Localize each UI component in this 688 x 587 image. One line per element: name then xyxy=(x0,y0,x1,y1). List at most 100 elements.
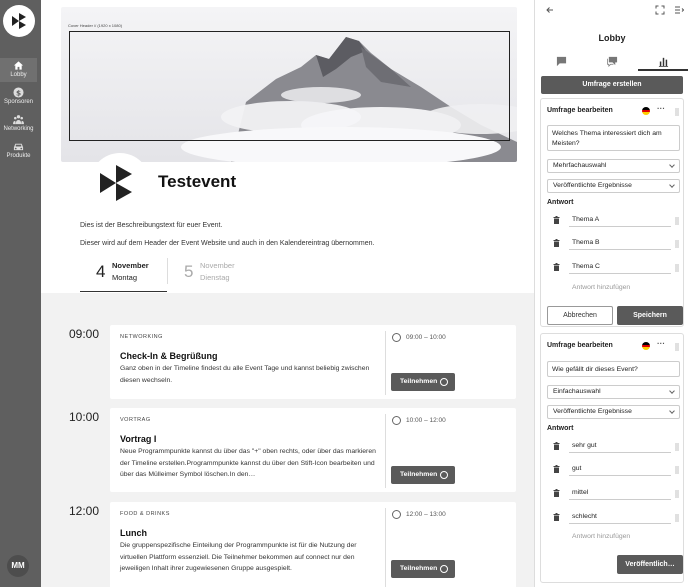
session-time: 12:00 xyxy=(69,504,100,518)
lobby-side-panel: Lobby Umfrage erstellen Umfrage bearbeit… xyxy=(534,0,688,587)
day-month: November xyxy=(112,261,149,270)
event-logo-mark-icon xyxy=(100,165,132,201)
day-weekday: Dienstag xyxy=(200,273,230,282)
poll-type-select[interactable]: Mehrfachauswahl xyxy=(547,159,680,173)
nav-item-sponsoren[interactable]: $ Sponsoren xyxy=(0,85,37,109)
trash-icon[interactable] xyxy=(553,263,560,271)
more-options-icon[interactable]: ··· xyxy=(657,104,665,113)
save-button[interactable]: Speichern xyxy=(617,306,683,325)
nav-item-lobby[interactable]: Lobby xyxy=(0,58,37,82)
arrow-circle-icon xyxy=(440,378,448,386)
drag-handle-icon[interactable] xyxy=(675,108,679,116)
publish-button[interactable]: Veröffentlich… xyxy=(617,555,683,574)
poll-type-value: Mehrfachauswahl xyxy=(553,162,607,169)
app-logo[interactable] xyxy=(3,5,35,37)
session-card[interactable]: FOOD & DRINKS Lunch Die gruppenspezifisc… xyxy=(110,502,516,587)
user-avatar[interactable]: MM xyxy=(7,555,29,577)
answers-label: Antwort xyxy=(547,425,574,432)
app-logo-mark-icon xyxy=(12,13,26,29)
poll-results-select[interactable]: Veröffentlichte Ergebnisse xyxy=(547,405,680,419)
session-description: Neue Programmpunkte kannst du über das "… xyxy=(120,448,376,478)
answer-input[interactable]: sehr gut xyxy=(569,440,671,453)
event-main-content: Cover Header // (1920 x 1080) Testevent … xyxy=(41,0,534,587)
day-tab-active[interactable]: 4 November Montag xyxy=(80,258,167,293)
collapse-panel-icon[interactable] xyxy=(674,5,684,15)
add-answer-field[interactable]: Antwort hinzufügen xyxy=(569,531,671,544)
nav-item-label: Lobby xyxy=(10,72,27,78)
arrow-circle-icon xyxy=(440,565,448,573)
cancel-button[interactable]: Abbrechen xyxy=(547,306,613,325)
banner-caption: Cover Header // (1920 x 1080) xyxy=(68,23,123,28)
trash-icon[interactable] xyxy=(553,489,560,497)
chat-bubble-icon xyxy=(556,56,567,67)
answer-input[interactable]: mittel xyxy=(569,487,671,500)
add-answer-field[interactable]: Antwort hinzufügen xyxy=(569,282,671,295)
poll-question-field[interactable]: Wie gefällt dir dieses Event? xyxy=(547,361,680,377)
day-tab[interactable]: 5 November Dienstag xyxy=(168,258,255,293)
poll-card-heading: Umfrage bearbeiten xyxy=(547,107,613,114)
car-icon xyxy=(13,143,24,151)
session-timespan: 12:00 – 13:00 xyxy=(406,511,446,518)
chevron-down-icon xyxy=(669,182,675,188)
day-tab-indicator xyxy=(80,291,167,292)
nav-item-networking[interactable]: Networking xyxy=(0,112,37,136)
drag-handle-icon[interactable] xyxy=(675,490,679,498)
back-arrow-icon[interactable] xyxy=(545,5,555,15)
join-button[interactable]: Teilnehmen xyxy=(391,373,455,391)
chevron-down-icon xyxy=(669,162,675,168)
german-flag-icon[interactable] xyxy=(642,342,650,350)
chevron-down-icon xyxy=(669,388,675,394)
nav-item-produkte[interactable]: Produkte xyxy=(0,139,37,163)
trash-icon[interactable] xyxy=(553,513,560,521)
trash-icon[interactable] xyxy=(553,465,560,473)
people-icon xyxy=(13,115,24,125)
drag-handle-icon[interactable] xyxy=(675,240,679,248)
session-title: Vortrag I xyxy=(120,434,157,444)
day-weekday: Montag xyxy=(112,273,138,282)
poll-results-select[interactable]: Veröffentlichte Ergebnisse xyxy=(547,179,680,193)
session-time: 09:00 xyxy=(69,327,100,341)
poll-question-field[interactable]: Welches Thema interessiert dich am Meist… xyxy=(547,125,680,151)
poll-results-value: Veröffentlichte Ergebnisse xyxy=(553,408,632,415)
drag-handle-icon[interactable] xyxy=(675,514,679,522)
trash-icon[interactable] xyxy=(553,239,560,247)
answer-input[interactable]: Thema B xyxy=(569,237,671,250)
session-category: VORTRAG xyxy=(120,417,151,423)
more-options-icon[interactable]: ··· xyxy=(657,339,665,348)
poll-type-select[interactable]: Einfachauswahl xyxy=(547,385,680,399)
answer-input[interactable]: Thema C xyxy=(569,261,671,274)
session-card[interactable]: VORTRAG Vortrag I Neue Programmpunkte ka… xyxy=(110,408,516,492)
answer-input[interactable]: Thema A xyxy=(569,214,671,227)
tab-polls[interactable] xyxy=(638,54,688,71)
german-flag-icon[interactable] xyxy=(642,107,650,115)
nav-item-label: Sponsoren xyxy=(3,99,34,105)
poll-edit-card: Umfrage bearbeiten ··· Welches Thema int… xyxy=(540,98,684,327)
drag-handle-icon[interactable] xyxy=(675,466,679,474)
join-button[interactable]: Teilnehmen xyxy=(391,466,455,484)
drag-handle-icon[interactable] xyxy=(675,343,679,351)
session-divider xyxy=(385,331,386,395)
join-button[interactable]: Teilnehmen xyxy=(391,560,455,578)
drag-handle-icon[interactable] xyxy=(675,217,679,225)
bar-chart-icon xyxy=(658,57,669,67)
clock-icon xyxy=(392,416,401,425)
answers-label: Antwort xyxy=(547,199,574,206)
answer-input[interactable]: schlecht xyxy=(569,511,671,524)
event-banner[interactable]: Cover Header // (1920 x 1080) xyxy=(61,7,517,162)
session-description: Ganz oben in der Timeline findest du all… xyxy=(120,365,370,384)
tab-chat[interactable] xyxy=(536,54,587,71)
fullscreen-icon[interactable] xyxy=(655,5,665,15)
drag-handle-icon[interactable] xyxy=(675,443,679,451)
session-time: 10:00 xyxy=(69,410,100,424)
drag-handle-icon[interactable] xyxy=(675,264,679,272)
nav-item-label: Networking xyxy=(3,126,34,132)
answer-input[interactable]: gut xyxy=(569,463,671,476)
tab-qa[interactable] xyxy=(587,54,638,71)
trash-icon[interactable] xyxy=(553,442,560,450)
create-poll-button[interactable]: Umfrage erstellen xyxy=(541,76,683,94)
trash-icon[interactable] xyxy=(553,216,560,224)
join-button-label: Teilnehmen xyxy=(400,565,438,572)
event-header: Cover Header // (1920 x 1080) Testevent … xyxy=(41,0,534,293)
session-card[interactable]: NETWORKING Check-In & Begrüßung Ganz obe… xyxy=(110,325,516,399)
event-logo[interactable] xyxy=(90,153,150,213)
